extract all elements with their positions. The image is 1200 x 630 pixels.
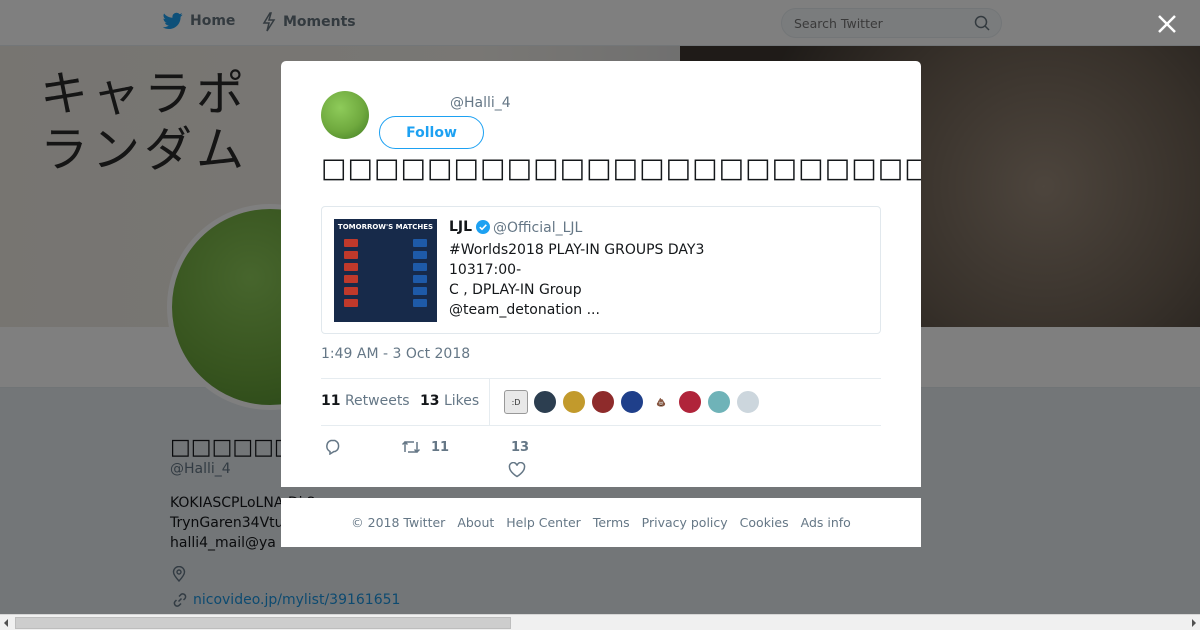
follow-button[interactable]: Follow (379, 116, 484, 149)
scroll-right-arrow-icon[interactable] (1190, 618, 1198, 628)
image-match-row (344, 299, 427, 307)
footer: © 2018 Twitter About Help Center Terms P… (281, 498, 921, 547)
quoted-tweet[interactable]: TOMORROW'S MATCHES LJL @Official_LJL #Wo… (321, 206, 881, 334)
liker-avatar[interactable] (562, 390, 586, 414)
reply-icon (326, 439, 340, 455)
footer-help-link[interactable]: Help Center (506, 515, 581, 530)
tweet-author-avatar[interactable] (321, 91, 369, 139)
liker-avatar[interactable] (591, 390, 615, 414)
quoted-author-handle[interactable]: @Official_LJL (493, 220, 582, 236)
quoted-line: #Worlds2018 PLAY-IN GROUPS DAY3 (449, 242, 705, 258)
retweet-button[interactable]: 11 (401, 439, 449, 455)
likers-avatars: :D 💩 (504, 390, 765, 414)
tweet-timestamp[interactable]: 1:49 AM - 3 Oct 2018 (321, 346, 470, 362)
image-match-row (344, 239, 427, 247)
likes-count: 13 (420, 393, 440, 409)
scrollbar-thumb[interactable] (15, 617, 511, 629)
close-button[interactable] (1155, 12, 1179, 36)
image-match-row (344, 263, 427, 271)
retweet-icon (401, 440, 421, 454)
image-match-row (344, 251, 427, 259)
liker-avatar[interactable]: 💩 (649, 390, 673, 414)
footer-cookies-link[interactable]: Cookies (740, 515, 789, 530)
verified-icon (476, 220, 491, 234)
quoted-author-name-text: LJL (449, 219, 473, 235)
liker-avatar[interactable] (707, 390, 731, 414)
quoted-line: 10317:00- (449, 262, 522, 278)
likes-stat[interactable]: 13 Likes (420, 393, 479, 409)
quoted-tweet-text: #Worlds2018 PLAY-IN GROUPS DAY3 10317:00… (449, 240, 704, 320)
tweet-modal: @Halli_4 Follow □□□□□□□□□□□□□□□□□□□□□□□□… (281, 61, 921, 487)
likes-label: Likes (443, 393, 480, 409)
liker-avatar[interactable]: :D (504, 390, 528, 414)
quoted-line: @team_detonation ... (449, 302, 600, 318)
footer-copyright: © 2018 Twitter (351, 515, 446, 530)
tweet-actions: 11 13 (321, 436, 881, 478)
tweet-author-handle[interactable]: @Halli_4 (450, 95, 511, 111)
footer-about-link[interactable]: About (457, 515, 494, 530)
retweets-label: Retweets (344, 393, 410, 409)
tweet-stats: 11 Retweets 13 Likes :D 💩 (321, 378, 881, 426)
quoted-tweet-image[interactable]: TOMORROW'S MATCHES (334, 219, 437, 322)
like-button[interactable] (508, 462, 526, 478)
heart-icon (508, 462, 526, 478)
close-icon (1158, 15, 1176, 33)
like-action-count: 13 (511, 440, 530, 455)
stats-divider (489, 379, 490, 425)
horizontal-scrollbar[interactable] (0, 614, 1200, 630)
retweets-stat[interactable]: 11 Retweets (321, 393, 410, 409)
quoted-image-title: TOMORROW'S MATCHES (337, 223, 434, 231)
footer-ads-link[interactable]: Ads info (801, 515, 851, 530)
liker-avatar[interactable] (533, 390, 557, 414)
quoted-author-name[interactable]: LJL (449, 219, 491, 235)
quoted-line: C , DPLAY-IN Group (449, 282, 582, 298)
retweets-count: 11 (321, 393, 341, 409)
liker-avatar[interactable] (678, 390, 702, 414)
footer-privacy-link[interactable]: Privacy policy (642, 515, 728, 530)
tweet-text: □□□□□□□□□□□□□□□□□□□□□□□□□□□□□□□□□□□□□□□□… (321, 153, 921, 184)
scroll-left-arrow-icon[interactable] (2, 618, 10, 628)
image-match-row (344, 275, 427, 283)
liker-avatar[interactable] (620, 390, 644, 414)
image-match-row (344, 287, 427, 295)
reply-button[interactable] (324, 439, 342, 455)
retweet-action-count: 11 (431, 439, 450, 455)
footer-terms-link[interactable]: Terms (593, 515, 630, 530)
liker-avatar[interactable] (736, 390, 760, 414)
